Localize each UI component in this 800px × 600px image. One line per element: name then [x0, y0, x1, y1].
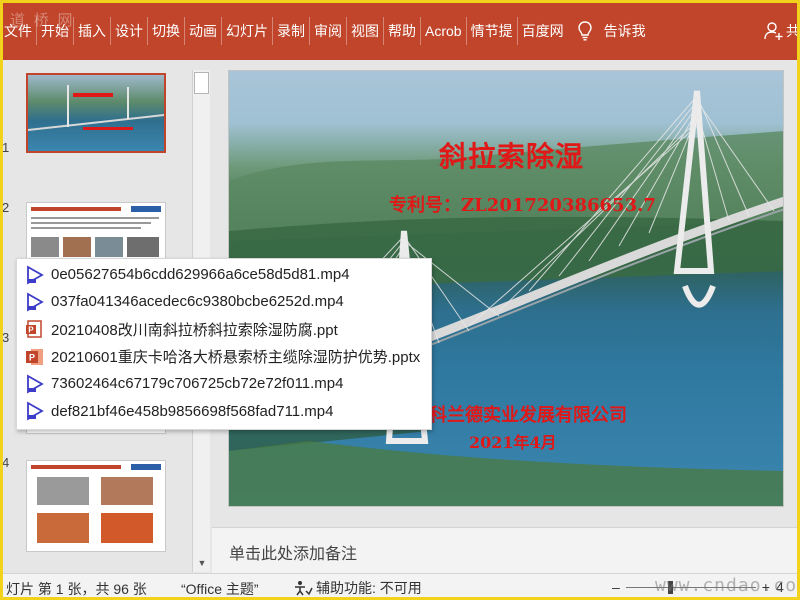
tab-design[interactable]: 设计: [111, 17, 148, 45]
status-bar: 灯片 第 1 张，共 96 张 “Office 主题” 辅助功能: 不可用 – …: [0, 573, 800, 600]
video-file-icon: [27, 374, 44, 394]
video-file-icon: [27, 292, 44, 312]
video-file-icon: [27, 401, 44, 421]
notes-pane[interactable]: 单击此处添加备注: [212, 527, 800, 573]
accessibility-icon: [295, 581, 313, 596]
share-button[interactable]: 共: [764, 21, 800, 41]
lightbulb-icon[interactable]: [574, 17, 596, 45]
slide-title[interactable]: 斜拉索除湿: [439, 135, 584, 175]
thumbnail-number: 1: [2, 140, 10, 155]
notes-placeholder[interactable]: 单击此处添加备注: [229, 540, 357, 564]
file-name: def821bf46e458b9856698f568fad711.mp4: [51, 402, 334, 420]
thumbnail-number: 3: [2, 330, 10, 345]
slide-counter: 灯片 第 1 张，共 96 张: [6, 581, 147, 597]
scrollbar-thumb[interactable]: [194, 72, 209, 94]
theme-name: “Office 主题”: [181, 581, 259, 597]
file-name: 037fa041346acedec6c9380bcbe6252d.mp4: [51, 293, 344, 311]
file-item[interactable]: P 20210408改川南斜拉桥斜拉索除湿防腐.ppt: [17, 316, 431, 343]
tab-acrobat[interactable]: Acrob: [421, 17, 467, 45]
pptx-file-icon: P: [26, 348, 43, 365]
file-item[interactable]: 037fa041346acedec6c9380bcbe6252d.mp4: [17, 288, 431, 315]
tab-insert[interactable]: 插入: [74, 17, 111, 45]
thumbnail-number: 2: [2, 200, 10, 215]
svg-text:P: P: [28, 326, 34, 335]
tab-view[interactable]: 视图: [347, 17, 384, 45]
file-name: 73602464c67179c706725cb72e72f011.mp4: [51, 375, 344, 393]
ribbon-tabs: 文件 开始 插入 设计 切换 动画 幻灯片 录制 审阅 视图 帮助 Acrob …: [0, 17, 646, 45]
slide-patent-number[interactable]: 专利号：ZL201720386653.7: [389, 191, 656, 217]
tab-help[interactable]: 帮助: [384, 17, 421, 45]
tab-storyboard[interactable]: 情节提: [467, 17, 518, 45]
scroll-down-arrow-icon[interactable]: ▼: [193, 554, 211, 572]
slide-company-name[interactable]: 科兰德实业发展有限公司: [429, 401, 627, 427]
file-item[interactable]: 0e05627654b6cdd629966a6ce58d5d81.mp4: [17, 261, 431, 288]
accessibility-status[interactable]: 辅助功能: 不可用: [293, 578, 422, 598]
video-file-icon: [27, 265, 44, 285]
zoom-out-icon[interactable]: –: [612, 579, 620, 595]
tab-home[interactable]: 开始: [37, 17, 74, 45]
file-name: 20210601重庆卡哈洛大桥悬索桥主缆除湿防护优势.pptx: [51, 349, 421, 367]
file-item[interactable]: P 20210601重庆卡哈洛大桥悬索桥主缆除湿防护优势.pptx: [17, 343, 431, 370]
tell-me-search[interactable]: 告诉我: [604, 21, 646, 41]
tab-file[interactable]: 文件: [0, 17, 37, 45]
tab-transitions[interactable]: 切换: [148, 17, 185, 45]
ppt-file-icon: P: [26, 320, 42, 338]
ribbon: 道 桥 网 文件 开始 插入 设计 切换 动画 幻灯片 录制 审阅 视图 帮助 …: [0, 0, 800, 60]
file-name: 0e05627654b6cdd629966a6ce58d5d81.mp4: [51, 266, 350, 284]
file-item[interactable]: def821bf46e458b9856698f568fad711.mp4: [17, 397, 431, 424]
file-item[interactable]: 73602464c67179c706725cb72e72f011.mp4: [17, 370, 431, 397]
thumbnail-number: 4: [2, 455, 10, 470]
tab-record[interactable]: 录制: [273, 17, 310, 45]
file-name: 20210408改川南斜拉桥斜拉索除湿防腐.ppt: [51, 321, 338, 339]
tab-animations[interactable]: 动画: [185, 17, 222, 45]
tab-baidu-netdisk[interactable]: 百度网: [518, 17, 568, 45]
accessibility-label: 辅助功能: 不可用: [316, 580, 422, 596]
svg-text:P: P: [29, 352, 35, 362]
tab-review[interactable]: 审阅: [310, 17, 347, 45]
slide-date[interactable]: 2021年4月: [469, 429, 557, 453]
site-watermark: www.cndao.com: [655, 575, 800, 596]
slide-thumbnail-4[interactable]: [26, 460, 166, 552]
add-person-icon: [764, 22, 783, 40]
dragged-files-list: 0e05627654b6cdd629966a6ce58d5d81.mp4 037…: [16, 258, 432, 430]
tab-slideshow[interactable]: 幻灯片: [222, 17, 273, 45]
share-label: 共: [786, 23, 800, 39]
slide-thumbnail-1[interactable]: [26, 73, 166, 153]
